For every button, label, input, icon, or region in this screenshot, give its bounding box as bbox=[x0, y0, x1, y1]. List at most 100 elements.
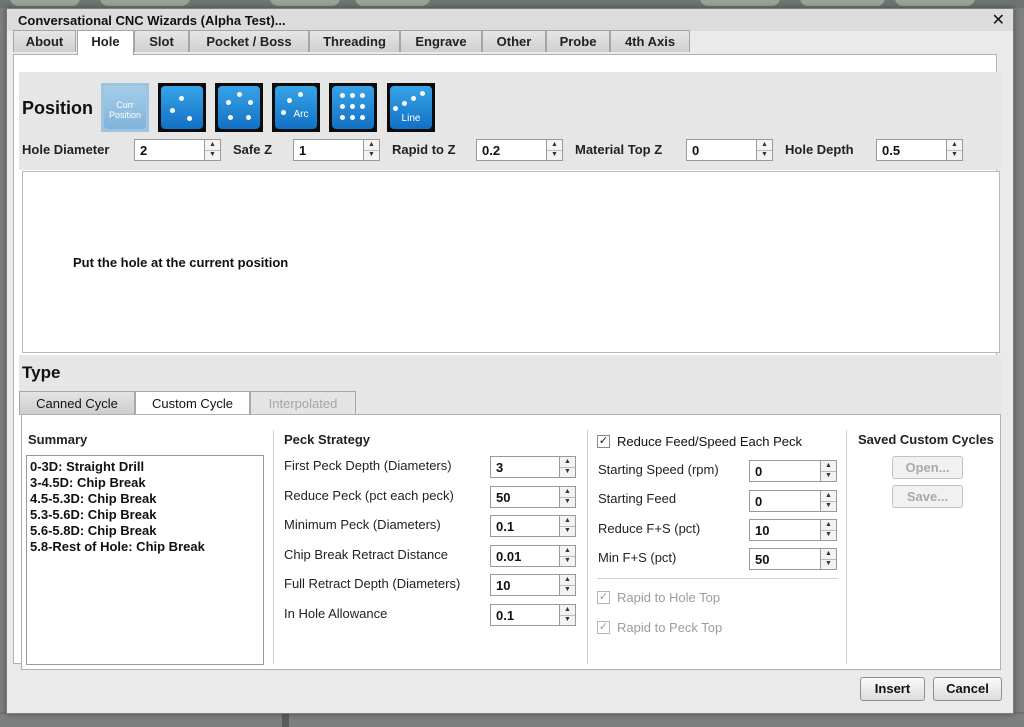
circle-pattern-button[interactable] bbox=[215, 83, 263, 132]
tab-canned-cycle[interactable]: Canned Cycle bbox=[19, 391, 135, 415]
spinner-arrows: ▲ ▼ bbox=[821, 548, 837, 570]
safe-z-label: Safe Z bbox=[233, 142, 273, 157]
position-heading: Position bbox=[22, 98, 93, 118]
arc-pattern-button[interactable]: Arc bbox=[272, 83, 320, 132]
safe-z-input[interactable] bbox=[293, 139, 364, 161]
material-top-z-input[interactable] bbox=[686, 139, 757, 161]
tab-pocket-boss[interactable]: Pocket / Boss bbox=[189, 30, 309, 52]
reduce-feed-speed-checkbox[interactable]: ✓ bbox=[597, 435, 610, 448]
spin-down-icon[interactable]: ▼ bbox=[205, 150, 220, 160]
background-pill bbox=[10, 0, 80, 6]
material-top-z-label: Material Top Z bbox=[575, 142, 663, 157]
list-item: 4.5-5.3D: Chip Break bbox=[30, 491, 157, 506]
minimum-peck-input[interactable] bbox=[490, 515, 560, 537]
background-pill bbox=[700, 0, 780, 6]
position-description-panel: Put the hole at the current position bbox=[22, 171, 1000, 353]
starting-feed-label: Starting Feed bbox=[598, 491, 677, 506]
tab-hole[interactable]: Hole bbox=[77, 30, 134, 55]
background-pill bbox=[355, 0, 430, 6]
min-fs-input[interactable] bbox=[749, 548, 821, 570]
dialog-title: Conversational CNC Wizards (Alpha Test).… bbox=[18, 13, 286, 28]
background-pill bbox=[895, 0, 975, 6]
dialog-titlebar: Conversational CNC Wizards (Alpha Test).… bbox=[7, 9, 1013, 31]
tab-custom-cycle[interactable]: Custom Cycle bbox=[135, 391, 250, 416]
tab-engrave[interactable]: Engrave bbox=[400, 30, 482, 52]
close-icon[interactable]: ✕ bbox=[992, 10, 1005, 30]
cancel-button[interactable]: Cancel bbox=[933, 677, 1002, 701]
background-pill bbox=[800, 0, 885, 6]
spin-down-icon[interactable]: ▼ bbox=[821, 471, 836, 481]
pattern-points-button[interactable] bbox=[158, 83, 206, 132]
rapid-to-peck-top-label: Rapid to Peck Top bbox=[617, 620, 723, 635]
spinner-arrows: ▲ ▼ bbox=[560, 456, 576, 478]
column-divider bbox=[846, 430, 847, 664]
insert-button[interactable]: Insert bbox=[860, 677, 925, 701]
spinner-arrows: ▲ ▼ bbox=[560, 486, 576, 508]
tab-4th-axis[interactable]: 4th Axis bbox=[610, 30, 690, 52]
in-hole-allowance-input[interactable] bbox=[490, 604, 560, 626]
open-button: Open... bbox=[892, 456, 963, 479]
spin-down-icon[interactable]: ▼ bbox=[560, 467, 575, 477]
spinner-arrows: ▲ ▼ bbox=[947, 139, 963, 161]
tab-probe[interactable]: Probe bbox=[546, 30, 610, 52]
hole-diameter-label: Hole Diameter bbox=[22, 142, 110, 157]
tab-other[interactable]: Other bbox=[482, 30, 546, 52]
reduce-fs-input[interactable] bbox=[749, 519, 821, 541]
spin-down-icon[interactable]: ▼ bbox=[560, 497, 575, 507]
type-heading: Type bbox=[22, 363, 61, 382]
rapid-to-z-label: Rapid to Z bbox=[392, 142, 456, 157]
spinner-arrows: ▲ ▼ bbox=[560, 604, 576, 626]
rapid-to-z-input[interactable] bbox=[476, 139, 547, 161]
spinner-arrows: ▲ ▼ bbox=[821, 460, 837, 482]
spin-down-icon[interactable]: ▼ bbox=[560, 526, 575, 536]
starting-speed-input[interactable] bbox=[749, 460, 821, 482]
tab-slot[interactable]: Slot bbox=[134, 30, 189, 52]
reduce-peck-input[interactable] bbox=[490, 486, 560, 508]
column-divider bbox=[273, 430, 274, 664]
current-position-button[interactable]: Curr Position bbox=[101, 83, 149, 132]
spin-down-icon[interactable]: ▼ bbox=[364, 150, 379, 160]
in-hole-allowance-label: In Hole Allowance bbox=[284, 606, 388, 621]
spinner-arrows: ▲ ▼ bbox=[547, 139, 563, 161]
save-button: Save... bbox=[892, 485, 963, 508]
starting-feed-input[interactable] bbox=[749, 490, 821, 512]
spin-down-icon[interactable]: ▼ bbox=[821, 501, 836, 511]
grid-pattern-button[interactable] bbox=[329, 83, 377, 132]
spin-down-icon[interactable]: ▼ bbox=[560, 585, 575, 595]
tab-threading[interactable]: Threading bbox=[309, 30, 400, 52]
chip-break-retract-input[interactable] bbox=[490, 545, 560, 567]
first-peck-depth-input[interactable] bbox=[490, 456, 560, 478]
starting-speed-label: Starting Speed (rpm) bbox=[598, 462, 719, 477]
full-retract-depth-label: Full Retract Depth (Diameters) bbox=[284, 576, 461, 591]
background-pill bbox=[100, 0, 190, 6]
tab-about[interactable]: About bbox=[13, 30, 76, 52]
spin-down-icon[interactable]: ▼ bbox=[757, 150, 772, 160]
summary-list[interactable]: 0-3D: Straight Drill 3-4.5D: Chip Break … bbox=[26, 455, 264, 665]
position-description-text: Put the hole at the current position bbox=[73, 255, 289, 270]
list-item: 3-4.5D: Chip Break bbox=[30, 475, 146, 490]
spin-down-icon[interactable]: ▼ bbox=[947, 150, 962, 160]
spinner-arrows: ▲ ▼ bbox=[560, 574, 576, 596]
tab-interpolated: Interpolated bbox=[250, 391, 356, 415]
spinner-arrows: ▲ ▼ bbox=[560, 515, 576, 537]
spinner-arrows: ▲ ▼ bbox=[757, 139, 773, 161]
spin-down-icon[interactable]: ▼ bbox=[547, 150, 562, 160]
reduce-feed-speed-label: Reduce Feed/Speed Each Peck bbox=[617, 434, 803, 449]
spinner-arrows: ▲ ▼ bbox=[364, 139, 380, 161]
spin-down-icon[interactable]: ▼ bbox=[560, 556, 575, 566]
spinner-arrows: ▲ ▼ bbox=[821, 490, 837, 512]
spin-down-icon[interactable]: ▼ bbox=[821, 530, 836, 540]
rapid-to-hole-top-label: Rapid to Hole Top bbox=[617, 590, 721, 605]
hole-depth-label: Hole Depth bbox=[785, 142, 854, 157]
min-fs-label: Min F+S (pct) bbox=[598, 550, 677, 565]
reduce-peck-label: Reduce Peck (pct each peck) bbox=[284, 488, 454, 503]
first-peck-depth-label: First Peck Depth (Diameters) bbox=[284, 458, 452, 473]
chip-break-retract-label: Chip Break Retract Distance bbox=[284, 547, 449, 562]
saved-custom-cycles-heading: Saved Custom Cycles bbox=[858, 432, 994, 447]
hole-diameter-input[interactable] bbox=[134, 139, 205, 161]
line-pattern-button[interactable]: Line bbox=[387, 83, 435, 132]
spin-down-icon[interactable]: ▼ bbox=[821, 559, 836, 569]
full-retract-depth-input[interactable] bbox=[490, 574, 560, 596]
hole-depth-input[interactable] bbox=[876, 139, 947, 161]
spin-down-icon[interactable]: ▼ bbox=[560, 615, 575, 625]
